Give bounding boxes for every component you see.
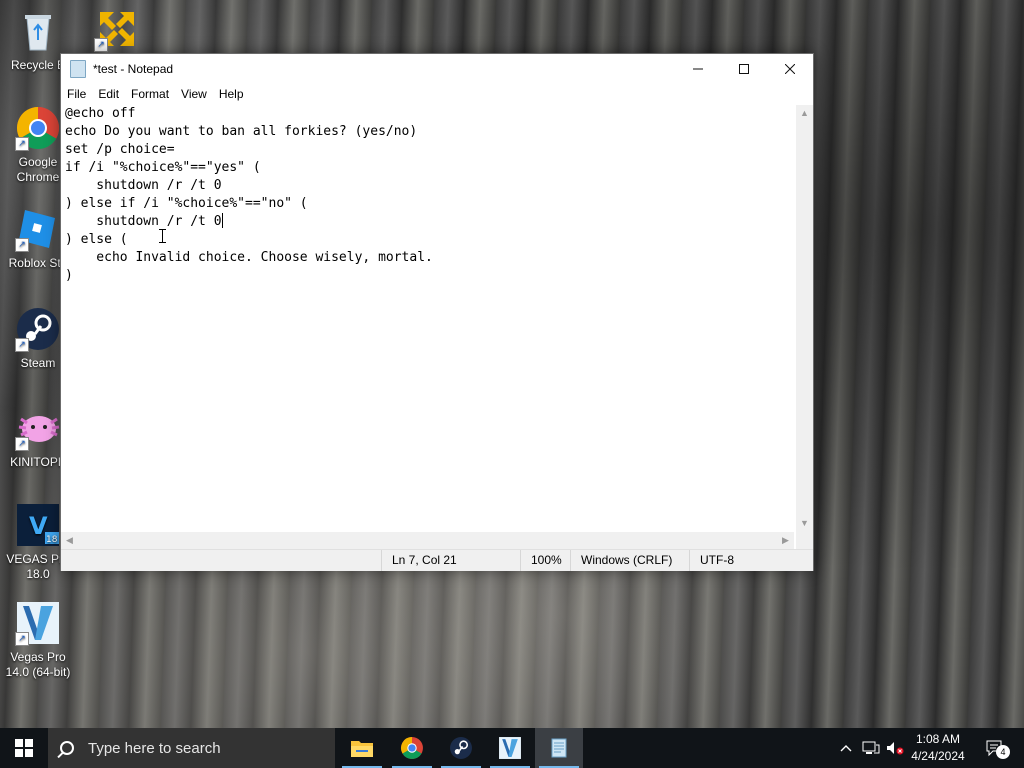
taskbar-notepad[interactable] — [535, 728, 583, 768]
editor-content[interactable]: @echo off echo Do you want to ban all fo… — [61, 105, 794, 285]
window-title: *test - Notepad — [93, 62, 174, 76]
taskbar-chrome[interactable] — [388, 728, 436, 768]
status-zoom: 100% — [520, 550, 571, 571]
code-line: ) else ( — [65, 232, 128, 247]
close-icon — [785, 64, 795, 74]
menu-format[interactable]: Format — [125, 87, 175, 101]
vegas-pro-14-icon: ↗ — [15, 600, 61, 646]
axolotl-icon: ↗ — [15, 405, 61, 451]
code-line: set /p choice= — [65, 142, 175, 157]
taskbar-search-box[interactable]: Type here to search — [48, 728, 335, 768]
svg-text:18: 18 — [46, 535, 58, 545]
scroll-right-icon[interactable]: ▶ — [777, 532, 794, 549]
chrome-icon — [401, 737, 423, 759]
menu-help[interactable]: Help — [213, 87, 250, 101]
taskbar-file-explorer[interactable] — [338, 728, 386, 768]
code-line: ) else if /i "%choice%"=="no" ( — [65, 196, 308, 211]
steam-icon: ↗ — [15, 306, 61, 352]
notepad-window: *test - Notepad File Edit Format View He… — [60, 53, 814, 571]
menu-view[interactable]: View — [175, 87, 213, 101]
scroll-down-icon[interactable]: ▼ — [796, 515, 813, 532]
minimize-icon — [693, 68, 703, 70]
text-cursor-icon — [158, 229, 167, 243]
maximize-icon — [739, 64, 749, 74]
roblox-studio-icon: ↗ — [15, 206, 61, 252]
action-center-button[interactable]: 4 — [978, 728, 1012, 768]
search-icon — [60, 741, 74, 755]
desktop-icon-yellow-app[interactable]: ↗ — [79, 6, 155, 56]
clock-date: 4/24/2024 — [911, 749, 965, 763]
shortcut-arrow-icon: ↗ — [15, 238, 29, 252]
chrome-icon: ↗ — [15, 105, 61, 151]
taskbar-clock[interactable]: 1:08 AM 4/24/2024 — [905, 731, 971, 765]
desktop-icon-label: Vegas Pro 14.0 (64-bit) — [5, 650, 71, 679]
title-bar[interactable]: *test - Notepad — [61, 54, 813, 84]
start-button[interactable] — [0, 728, 48, 768]
scroll-up-icon[interactable]: ▲ — [796, 105, 813, 122]
horizontal-scrollbar[interactable]: ◀ ▶ — [61, 532, 794, 549]
scrollbar-corner — [796, 532, 813, 549]
scroll-left-icon[interactable]: ◀ — [61, 532, 78, 549]
code-line: ) — [65, 268, 73, 283]
menu-bar: File Edit Format View Help — [61, 84, 813, 104]
show-hidden-icons-chevron-icon[interactable] — [838, 728, 854, 768]
notepad-icon — [70, 60, 86, 78]
text-editor[interactable]: @echo off echo Do you want to ban all fo… — [61, 105, 794, 532]
volume-muted-icon[interactable] — [884, 728, 906, 768]
close-button[interactable] — [767, 54, 813, 84]
recycle-bin-icon — [15, 8, 61, 54]
steam-icon — [450, 737, 472, 759]
code-line: echo Invalid choice. Choose wisely, mort… — [65, 250, 433, 265]
search-placeholder: Type here to search — [88, 739, 221, 757]
file-explorer-icon — [351, 741, 373, 757]
minimize-button[interactable] — [675, 54, 721, 84]
code-line: shutdown /r /t 0 — [65, 178, 222, 193]
network-icon[interactable] — [860, 728, 882, 768]
desktop-icon-vegas-pro-14[interactable]: ↗ Vegas Pro 14.0 (64-bit) — [0, 600, 76, 680]
shortcut-arrow-icon: ↗ — [15, 437, 29, 451]
text-caret — [221, 213, 223, 228]
shortcut-arrow-icon: ↗ — [15, 338, 29, 352]
code-line: @echo off — [65, 106, 136, 121]
shortcut-arrow-icon: ↗ — [15, 137, 29, 151]
taskbar-steam[interactable] — [437, 728, 485, 768]
notification-count-badge: 4 — [996, 745, 1010, 759]
taskbar: Type here to search 1:08 AM 4/24/2024 4 — [0, 728, 1024, 768]
vertical-scrollbar[interactable]: ▲ ▼ — [796, 105, 813, 532]
status-position: Ln 7, Col 21 — [381, 550, 520, 571]
taskbar-vegas[interactable] — [486, 728, 534, 768]
status-bar: Ln 7, Col 21 100% Windows (CRLF) UTF-8 — [61, 549, 813, 571]
shortcut-arrow-icon: ↗ — [94, 38, 108, 52]
yellow-arrows-icon: ↗ — [94, 6, 140, 52]
status-line-ending: Windows (CRLF) — [570, 550, 691, 571]
status-encoding: UTF-8 — [689, 550, 800, 571]
menu-edit[interactable]: Edit — [92, 87, 125, 101]
menu-file[interactable]: File — [61, 87, 92, 101]
code-line: echo Do you want to ban all forkies? (ye… — [65, 124, 418, 139]
windows-logo-icon — [15, 739, 33, 757]
vegas-pro-18-icon: V 18 — [15, 502, 61, 548]
maximize-button[interactable] — [721, 54, 767, 84]
code-line: if /i "%choice%"=="yes" ( — [65, 160, 261, 175]
code-line: shutdown /r /t 0 — [65, 214, 222, 229]
clock-time: 1:08 AM — [915, 732, 961, 746]
shortcut-arrow-icon: ↗ — [15, 632, 29, 646]
notepad-icon — [551, 738, 567, 758]
vegas-icon — [499, 737, 521, 759]
